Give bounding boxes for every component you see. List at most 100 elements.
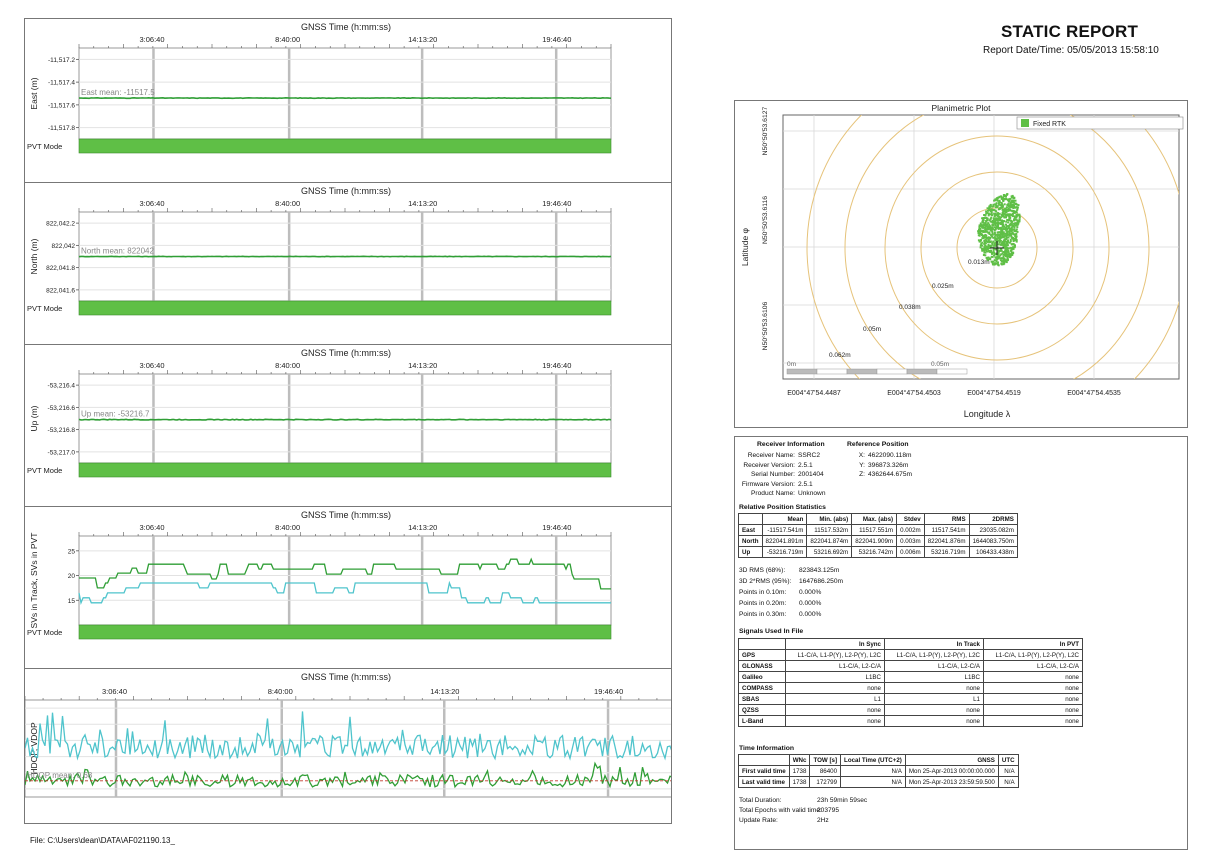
data-point (995, 214, 998, 217)
series-line-up (78, 418, 612, 421)
plot-area (78, 47, 612, 140)
column-header: 2DRMS (968, 513, 1018, 525)
pvt-mode-band (78, 462, 612, 478)
table-cell: L-Band (738, 715, 786, 727)
data-point (986, 207, 989, 210)
data-point (992, 250, 995, 253)
table-header-row: In Sync In Track In PVT (738, 638, 1083, 650)
chart-title: Planimetric Plot (931, 103, 991, 113)
table-row: GPS L1-C/A, L1-P(Y), L2-P(Y), L2C L1-C/A, … (738, 649, 1083, 661)
x-tick-label: 8:40:00 (268, 687, 293, 696)
data-point (1011, 204, 1014, 207)
data-point (1006, 193, 1009, 196)
x-tick-label: 8:40:00 (275, 35, 300, 44)
column-header: WNc (788, 754, 811, 766)
scale-bar-segment (876, 368, 908, 375)
data-point (1002, 198, 1005, 201)
data-point (989, 210, 992, 213)
data-point (989, 236, 992, 239)
data-point (1002, 200, 1005, 203)
chart-svg: GNSS Time (h:mm:ss) 3:06:40 8:40:00 14:13:2… (27, 510, 612, 640)
data-point (995, 204, 998, 207)
scale-bar-segment (786, 368, 818, 375)
data-point (1014, 224, 1017, 227)
mean-label: Up mean: -53216.7 (81, 410, 150, 419)
x-tick-label: 19:46:40 (542, 523, 571, 532)
table-cell: L1-C/A, L2-C/A (785, 660, 885, 672)
data-point (977, 232, 980, 234)
x-axis-label: Longitude λ (964, 409, 1011, 419)
y-tick-label: -11,517.6 (48, 102, 75, 109)
table-cell: North (738, 535, 763, 547)
table-cell: 11517.541m (923, 524, 970, 536)
north-chart-panel: GNSS Time (h:mm:ss) 3:06:40 8:40:00 14:13:2… (24, 182, 672, 346)
data-point (1007, 226, 1010, 229)
data-point (1005, 237, 1008, 239)
data-point (1005, 228, 1008, 231)
y-tick-label: -53,216.8 (48, 427, 76, 434)
table-header-row: WNc TOW [s] Local Time (UTC+2) GNSS UTC (738, 754, 1019, 766)
data-point (1014, 203, 1017, 206)
rms-value: 0.000% (799, 611, 822, 618)
table-cell: GLONASS (738, 660, 786, 672)
data-point (1000, 249, 1003, 252)
rms-label: 3D RMS (68%): (739, 567, 786, 574)
data-point (1018, 216, 1021, 219)
refpos-label: Y: (859, 461, 865, 469)
rms-label: Points in 0.10m: (739, 589, 787, 596)
data-point (997, 196, 1000, 199)
table-cell: First valid time (738, 765, 790, 777)
x-tick-label: 3:06:40 (102, 687, 127, 696)
y-tick-label: -53,216.6 (48, 405, 76, 412)
data-point (1016, 223, 1019, 226)
data-point (985, 212, 988, 215)
table-cell: 53216.692m (806, 546, 853, 558)
series-line-vdop (25, 711, 671, 761)
table-cell: L1BC (785, 671, 885, 683)
summary-value: 203795 (817, 807, 840, 814)
data-point (989, 205, 992, 208)
report-datetime: Report Date/Time: 05/05/2013 15:58:10 (983, 45, 1159, 56)
data-point (1014, 244, 1016, 247)
series-line-east (78, 96, 612, 100)
y-axis-label: East (m) (29, 77, 39, 109)
data-point (1007, 198, 1010, 201)
data-point (1006, 204, 1009, 206)
pvt-mode-band (78, 300, 612, 316)
data-point (985, 217, 987, 220)
data-point (1006, 219, 1009, 221)
table-row: First valid time 1738 86400 N/A Mon 25-Apr-2… (738, 765, 1019, 777)
y-tick-label: 20 (68, 573, 76, 580)
receiver-label: Product Name: (751, 490, 795, 497)
column-header: Max. (abs) (851, 513, 898, 525)
data-point (997, 231, 1000, 234)
series-line-svs-in-track (79, 557, 611, 590)
scale-bar-segment (936, 368, 968, 375)
plot-area (78, 535, 612, 626)
data-point (1002, 225, 1005, 228)
data-point (982, 217, 985, 219)
data-point (989, 220, 992, 223)
data-point (995, 206, 997, 209)
data-point (1004, 246, 1006, 249)
pvt-mode-label: PVT Mode (27, 304, 62, 313)
rms-value: 0.000% (799, 589, 822, 596)
receiver-label: Receiver Name: (747, 452, 795, 459)
data-point (994, 259, 997, 262)
data-point (1018, 218, 1021, 221)
scale-label: 0m (787, 361, 796, 368)
pvt-mode-label: PVT Mode (27, 142, 62, 151)
data-point (986, 247, 989, 250)
data-point (993, 209, 996, 212)
table-cell: 11517.551m (851, 524, 898, 536)
data-point (988, 232, 991, 234)
y-axis-label: Up (m) (29, 405, 39, 431)
file-path: File: C:\Users\dean\DATA\AF021190.13_ (30, 836, 175, 845)
data-point (999, 237, 1002, 240)
data-point (981, 237, 984, 240)
refpos-value: 4622090.118m (868, 452, 912, 459)
data-point (1015, 239, 1018, 241)
table-cell: L1-C/A, L2-C/A (983, 660, 1083, 672)
data-point (985, 256, 988, 259)
table-row: COMPASS none none none (738, 682, 1083, 694)
